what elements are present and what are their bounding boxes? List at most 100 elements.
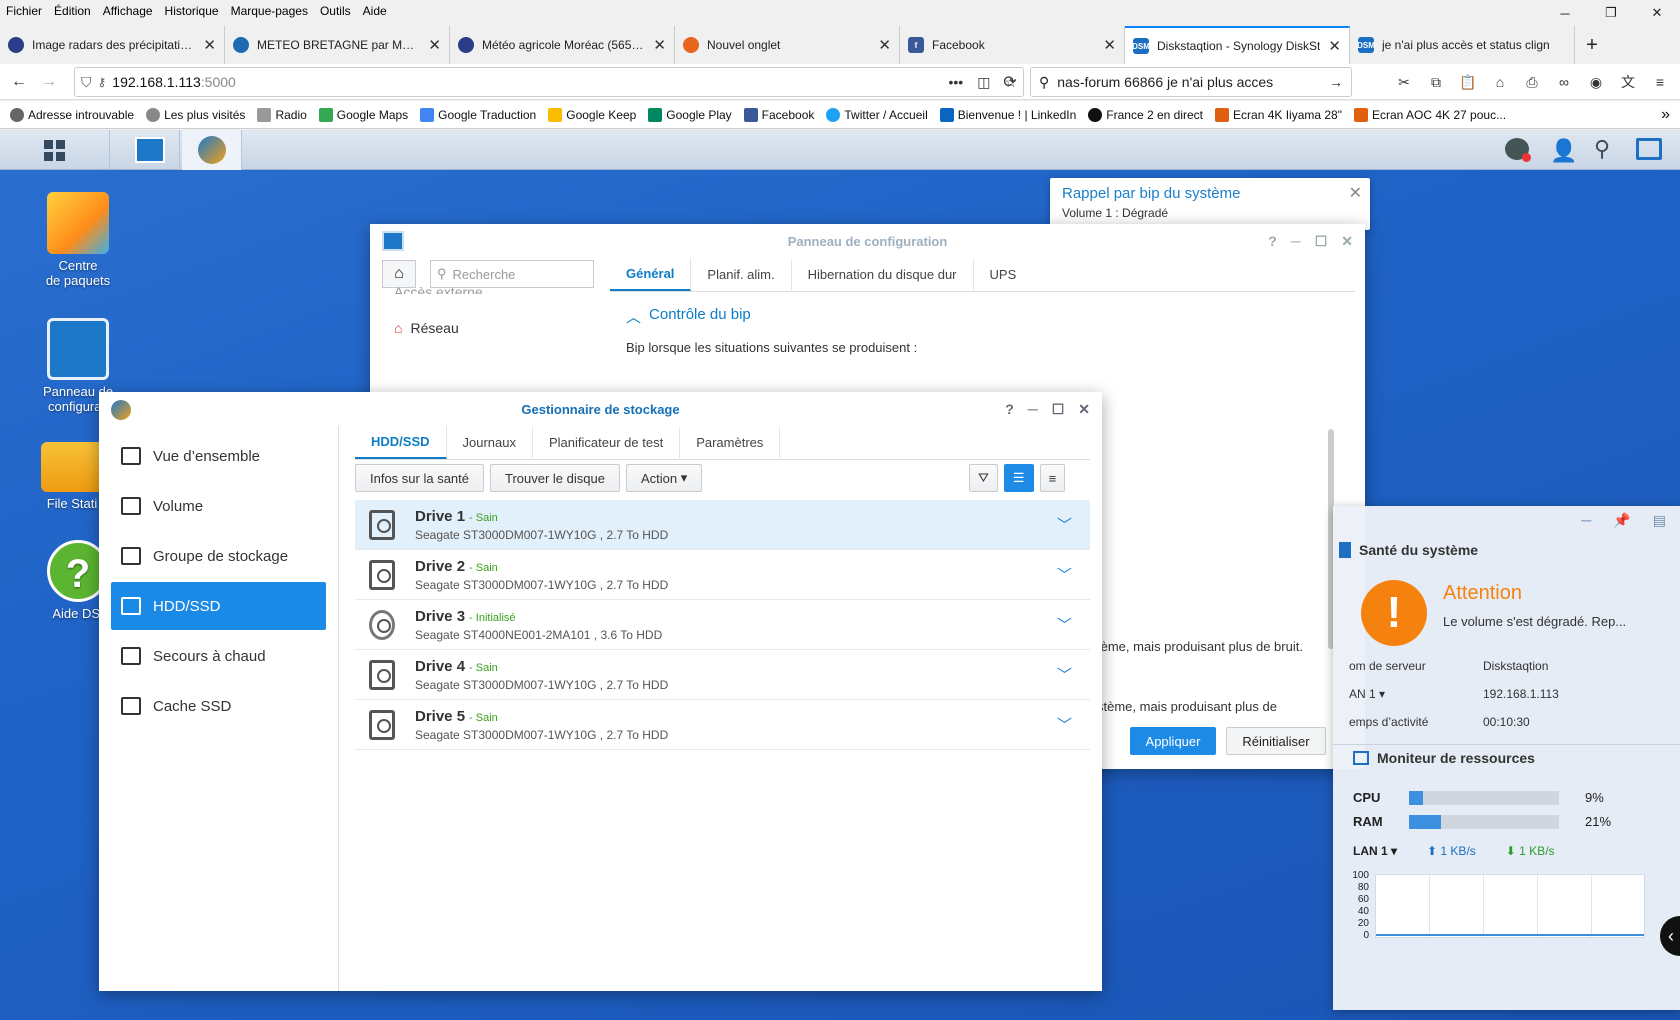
menu-affichage[interactable]: Affichage (97, 4, 159, 18)
maximize-icon[interactable]: ☐ (1052, 401, 1065, 418)
account-icon[interactable]: ◉ (1582, 67, 1610, 97)
sidebar-item-storage-pool[interactable]: Groupe de stockage (111, 532, 326, 580)
print-icon[interactable]: ⎙ (1518, 67, 1546, 97)
bookmark[interactable]: Google Maps (318, 107, 408, 122)
close-tab-icon[interactable]: ✕ (1328, 37, 1341, 55)
apply-button[interactable]: Appliquer (1130, 727, 1216, 755)
tab-test-scheduler[interactable]: Planificateur de test (533, 427, 681, 458)
minimize-icon[interactable]: ─ (1028, 401, 1038, 417)
chevron-down-icon[interactable]: ﹀ (1057, 714, 1072, 735)
home-icon[interactable]: ⌂ (1486, 67, 1514, 97)
drive-row[interactable]: Drive 1- Sain Seagate ST3000DM007-1WY10G … (355, 500, 1090, 550)
tab[interactable]: Image radars des précipitations ✕ (0, 26, 225, 64)
chevron-down-icon[interactable]: ﹀ (1057, 564, 1072, 585)
minimize-icon[interactable]: ─ (1581, 512, 1591, 529)
go-arrow-icon[interactable]: → (1329, 74, 1343, 90)
filter-icon[interactable]: ⛛ (969, 464, 998, 492)
menu-fichier[interactable]: Fichier (0, 4, 48, 18)
chevron-down-icon[interactable]: ﹀ (1057, 664, 1072, 685)
reader-icon[interactable]: ∞ (1550, 67, 1578, 97)
sidebar-item-external-access[interactable]: Accès externe (394, 284, 483, 294)
chevron-down-icon[interactable]: ﹀ (1057, 614, 1072, 635)
shield-icon[interactable]: ⛉ (81, 74, 92, 91)
menu-marque-pages[interactable]: Marque-pages (225, 4, 314, 18)
pocket-icon[interactable]: ◫ (977, 74, 990, 91)
taskbar-storage-manager[interactable] (182, 130, 242, 170)
reload-icon[interactable]: ⟳ (995, 67, 1025, 97)
tab[interactable]: DSM je n'ai plus accès et status clign (1350, 26, 1575, 64)
paste-icon[interactable]: 📋 (1454, 67, 1482, 97)
beep-control-section[interactable]: ︿ Contrôle du bip (626, 306, 751, 327)
menu-edition[interactable]: Édition (48, 4, 97, 18)
window-titlebar[interactable]: Panneau de configuration ? ─ ☐ ✕ (370, 224, 1365, 258)
help-icon[interactable]: ? (1005, 401, 1014, 417)
sidebar-item-hot-spare[interactable]: Secours à chaud (111, 632, 326, 680)
back-icon[interactable]: ← (4, 67, 34, 97)
bookmark[interactable]: Les plus visités (146, 107, 245, 122)
restore-icon[interactable]: ❐ (1588, 0, 1634, 26)
tab-ups[interactable]: UPS (974, 259, 1033, 290)
bookmark[interactable]: Adresse introuvable (10, 107, 134, 122)
user-icon[interactable]: 👤 (1550, 138, 1577, 164)
copy-icon[interactable]: ⧉ (1422, 67, 1450, 97)
forward-icon[interactable]: → (34, 67, 64, 97)
list-compact-view-icon[interactable]: ≡ (1039, 464, 1066, 492)
bookmark[interactable]: Ecran AOC 4K 27 pouc... (1354, 107, 1506, 122)
tab[interactable]: Météo agricole Moréac (56500) ✕ (450, 26, 675, 64)
bookmark[interactable]: France 2 en direct (1088, 107, 1203, 122)
close-icon[interactable]: ✕ (1349, 183, 1362, 203)
bookmark[interactable]: Google Traduction (420, 107, 536, 122)
close-tab-icon[interactable]: ✕ (878, 36, 891, 54)
menu-historique[interactable]: Historique (159, 4, 225, 18)
tab[interactable]: Nouvel onglet ✕ (675, 26, 900, 64)
search-icon[interactable]: ⚲ (1594, 136, 1610, 162)
close-icon[interactable]: ✕ (1634, 0, 1680, 26)
close-tab-icon[interactable]: ✕ (1103, 36, 1116, 54)
desktop-icon-package-center[interactable]: Centre de paquets (28, 192, 128, 288)
hamburger-menu-icon[interactable]: ≡ (1646, 67, 1674, 97)
bookmark[interactable]: Radio (257, 107, 307, 122)
tab-hdd-hibernation[interactable]: Hibernation du disque dur (792, 259, 974, 290)
tab-general[interactable]: Général (610, 258, 692, 291)
bookmark[interactable]: Ecran 4K Iiyama 28" (1215, 107, 1342, 122)
pin-icon[interactable]: 📌 (1613, 512, 1630, 529)
translate-icon[interactable]: 文 (1614, 67, 1642, 97)
sidebar-item-ssd-cache[interactable]: Cache SSD (111, 682, 326, 730)
close-tab-icon[interactable]: ✕ (428, 36, 441, 54)
close-icon[interactable]: ✕ (1078, 401, 1090, 418)
sidebar-item-overview[interactable]: Vue d’ensemble (111, 432, 326, 480)
locate-disk-button[interactable]: Trouver le disque (490, 464, 620, 492)
search-input[interactable]: ⚲ nas-forum 66866 je n'ai plus acces → (1030, 67, 1352, 97)
widgets-icon[interactable] (1636, 138, 1662, 160)
info-key[interactable]: AN 1 ▾ (1333, 687, 1483, 701)
more-bookmarks-icon[interactable]: » (1661, 106, 1670, 124)
bookmark[interactable]: Google Keep (548, 107, 636, 122)
tab-logs[interactable]: Journaux (447, 427, 533, 458)
notification-toast[interactable]: Rappel par bip du système Volume 1 : Dég… (1050, 178, 1370, 230)
tab-settings[interactable]: Paramètres (680, 427, 781, 458)
health-info-button[interactable]: Infos sur la santé (355, 464, 484, 492)
maximize-icon[interactable]: ☐ (1315, 233, 1328, 250)
minimize-icon[interactable]: ─ (1542, 0, 1588, 26)
minimize-icon[interactable]: ─ (1291, 233, 1301, 249)
tab-active[interactable]: DSM Diskstaqtion - Synology DiskSt ✕ (1125, 26, 1350, 64)
tab-hdd-ssd[interactable]: HDD/SSD (355, 426, 447, 459)
drive-row[interactable]: Drive 5- Sain Seagate ST3000DM007-1WY10G … (355, 700, 1090, 750)
sidebar-item-volume[interactable]: Volume (111, 482, 326, 530)
drive-row[interactable]: Drive 2- Sain Seagate ST3000DM007-1WY10G … (355, 550, 1090, 600)
cut-icon[interactable]: ✂ (1390, 67, 1418, 97)
drive-row[interactable]: Drive 4- Sain Seagate ST3000DM007-1WY10G … (355, 650, 1090, 700)
tab-power-schedule[interactable]: Planif. alim. (691, 259, 792, 290)
main-menu-button[interactable] (0, 130, 110, 170)
close-tab-icon[interactable]: ✕ (203, 36, 216, 54)
notification-chat-icon[interactable] (1505, 138, 1531, 162)
page-actions-icon[interactable]: ••• (948, 74, 963, 91)
sidebar-item-hdd-ssd[interactable]: HDD/SSD (111, 582, 326, 630)
menu-outils[interactable]: Outils (314, 4, 357, 18)
help-icon[interactable]: ? (1268, 233, 1277, 249)
list-detail-view-icon[interactable]: ☰ (1003, 464, 1034, 492)
key-icon[interactable]: ⚷ (98, 75, 107, 89)
close-icon[interactable]: ✕ (1341, 233, 1353, 250)
reset-button[interactable]: Réinitialiser (1226, 727, 1326, 755)
sidebar-item-network[interactable]: ⌂ Réseau (394, 320, 459, 336)
